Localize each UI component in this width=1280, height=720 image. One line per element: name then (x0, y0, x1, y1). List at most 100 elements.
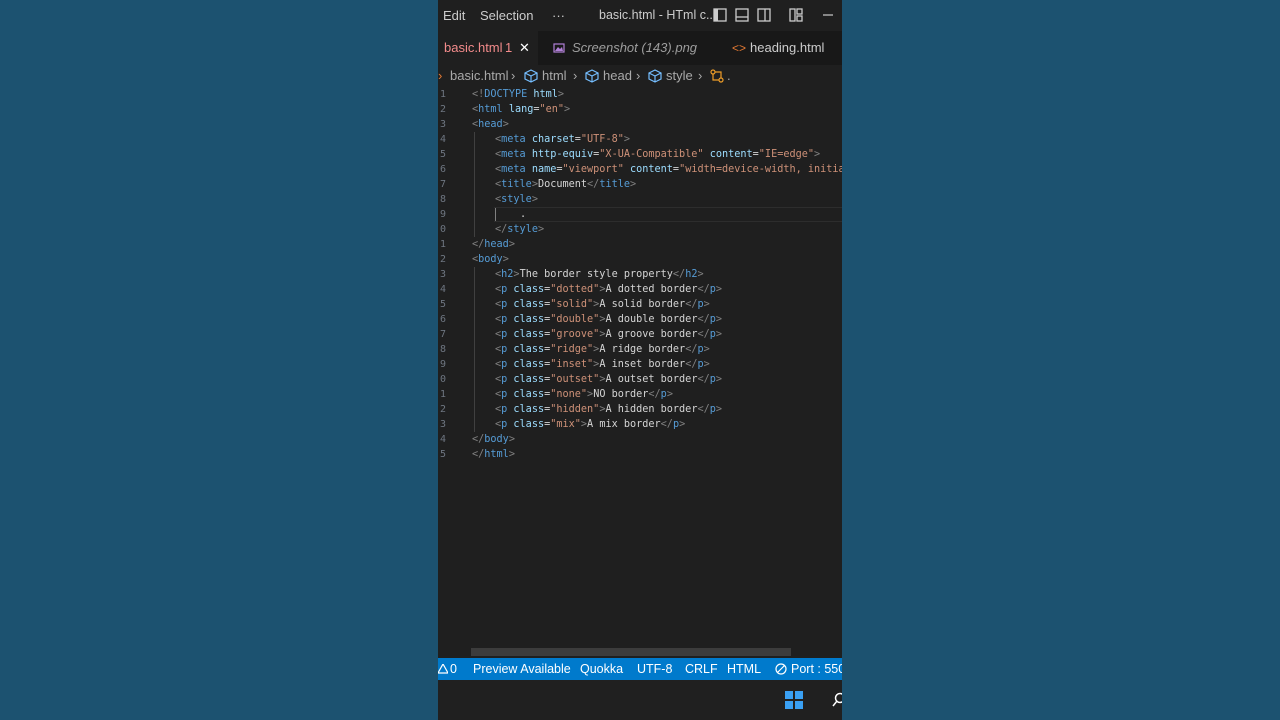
line-number: 3 (439, 119, 446, 130)
encoding-status[interactable]: UTF-8 (637, 658, 672, 680)
customize-layout-icon[interactable] (789, 8, 803, 22)
code-text: <p class="solid">A solid border</p> (495, 299, 710, 310)
current-line-highlight (494, 207, 842, 222)
editor-tabs: basic.html 1 ✕ Screenshot (143).png <> h… (438, 31, 842, 65)
title-bar: Edit Selection ··· basic.html - HTml c..… (438, 0, 842, 31)
html-file-icon: <> (732, 41, 747, 55)
tab-basic-html[interactable]: basic.html 1 ✕ (438, 31, 538, 65)
breadcrumb-style[interactable]: style (666, 65, 693, 87)
tab-label: basic.html (444, 40, 503, 55)
problems-count[interactable]: 0 (450, 658, 457, 680)
code-text: </body> (472, 434, 515, 445)
window-title: basic.html - HTml c... (599, 8, 717, 22)
windows-start-icon[interactable] (784, 690, 804, 710)
status-bar: 0 Preview Available Quokka UTF-8 CRLF HT… (438, 658, 842, 680)
code-text: <p class="groove">A groove border</p> (495, 329, 723, 340)
line-number: 1 (439, 389, 446, 400)
code-text: <p class="mix">A mix border</p> (495, 419, 686, 430)
menu-edit[interactable]: Edit (443, 8, 465, 23)
toggle-primary-sidebar-icon[interactable] (713, 8, 727, 22)
breadcrumb-head[interactable]: head (603, 65, 632, 87)
code-text: </html> (472, 449, 515, 460)
breadcrumb: › basic.html › html › head › style › . (438, 65, 842, 87)
preview-status[interactable]: Preview Available (473, 658, 571, 680)
element-cube-icon (524, 69, 538, 83)
element-cube-icon (648, 69, 662, 83)
code-text: <p class="double">A double border</p> (495, 314, 723, 325)
code-text: <title>Document</title> (495, 179, 637, 190)
element-cube-icon (585, 69, 599, 83)
problem-count-badge: 1 (505, 40, 513, 55)
line-number: 5 (439, 299, 446, 310)
code-text: <p class="ridge">A ridge border</p> (495, 344, 710, 355)
code-text: <p class="none">NO border</p> (495, 389, 673, 400)
code-text: <p class="hidden">A hidden border</p> (495, 404, 723, 415)
code-text: <!DOCTYPE html> (472, 89, 565, 100)
toggle-secondary-sidebar-icon[interactable] (757, 8, 771, 22)
code-text: <p class="outset">A outset border</p> (495, 374, 723, 385)
line-number: 9 (439, 359, 446, 370)
live-server-port[interactable]: Port : 550 (791, 658, 842, 680)
line-number: 0 (439, 224, 446, 235)
line-number: 7 (439, 179, 446, 190)
css-selector-icon (710, 69, 724, 83)
eol-status[interactable]: CRLF (685, 658, 718, 680)
indent-guide (474, 132, 475, 237)
code-text: <p class="inset">A inset border</p> (495, 359, 710, 370)
line-number: 4 (439, 434, 446, 445)
chevron-right-icon: › (698, 68, 703, 83)
horizontal-scrollbar[interactable] (471, 648, 791, 656)
vscode-window: Edit Selection ··· basic.html - HTml c..… (438, 0, 842, 720)
chevron-right-icon: › (438, 68, 443, 83)
warning-icon (438, 664, 448, 674)
minimize-icon[interactable] (821, 8, 835, 22)
line-number: 2 (439, 404, 446, 415)
toggle-panel-icon[interactable] (735, 8, 749, 22)
language-mode[interactable]: HTML (727, 658, 761, 680)
tab-heading-html[interactable]: <> heading.html (718, 31, 842, 65)
code-text: </head> (472, 239, 515, 250)
code-text: <html lang="en"> (472, 104, 571, 115)
tab-label: Screenshot (143).png (572, 40, 698, 55)
code-text: </style> (495, 224, 545, 235)
line-number: 6 (439, 164, 446, 175)
line-number: 5 (439, 449, 446, 460)
line-number: 4 (439, 134, 446, 145)
line-number: 1 (439, 89, 446, 100)
search-icon[interactable] (832, 692, 842, 708)
code-text: <meta name="viewport" content="width=dev… (495, 164, 842, 175)
code-text: <body> (472, 254, 509, 265)
tab-screenshot-png[interactable]: Screenshot (143).png (538, 31, 718, 65)
tab-label: heading.html (750, 40, 825, 55)
line-number: 3 (439, 419, 446, 430)
port-blocked-icon (775, 663, 787, 675)
code-text: <h2>The border style property</h2> (495, 269, 704, 280)
line-number: 2 (439, 254, 446, 265)
indent-guide (474, 267, 475, 432)
menu-more[interactable]: ··· (552, 8, 565, 23)
menu-selection[interactable]: Selection (480, 8, 533, 23)
breadcrumb-html[interactable]: html (542, 65, 567, 87)
code-text: <p class="dotted">A dotted border</p> (495, 284, 723, 295)
code-editor[interactable]: 1 <!DOCTYPE html> 2 <html lang="en"> 3 <head>… (438, 87, 842, 647)
breadcrumb-current[interactable]: . (727, 65, 731, 87)
line-number: 7 (439, 329, 446, 340)
line-number: 4 (439, 284, 446, 295)
code-text: <meta charset="UTF-8"> (495, 134, 630, 145)
line-number: 0 (439, 374, 446, 385)
breadcrumb-file[interactable]: basic.html (450, 65, 509, 87)
image-file-icon (553, 43, 565, 53)
line-number: 5 (439, 149, 446, 160)
chevron-right-icon: › (573, 68, 578, 83)
line-number: 6 (439, 314, 446, 325)
line-number: 8 (439, 194, 446, 205)
line-number: 9 (439, 209, 446, 220)
chevron-right-icon: › (636, 68, 641, 83)
line-number: 2 (439, 104, 446, 115)
quokka-status[interactable]: Quokka (580, 658, 623, 680)
taskbar (438, 680, 842, 720)
line-number: 1 (439, 239, 446, 250)
line-number: 8 (439, 344, 446, 355)
close-tab-icon[interactable]: ✕ (519, 31, 530, 65)
line-number: 3 (439, 269, 446, 280)
